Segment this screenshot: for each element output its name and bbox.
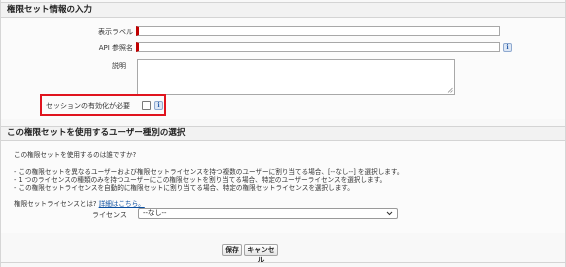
license-field-label: ライセンス xyxy=(92,211,127,219)
who-uses-question: この権限セットを使用するのは誰ですか? xyxy=(14,151,137,159)
api-name-input[interactable] xyxy=(136,42,500,52)
psl-question: 権限セットライセンスとは? xyxy=(14,200,97,208)
section-header-user-type: この権限セットを使用するユーザー種別の選択 xyxy=(1,126,565,141)
description-textarea[interactable] xyxy=(137,59,455,95)
learn-more-link[interactable]: 詳細はこちら。 xyxy=(99,200,145,208)
footer-divider xyxy=(0,262,566,263)
license-select[interactable]: --なし-- xyxy=(138,208,398,219)
bullet-permission-set-license: - この権限セットライセンスを自動的に権限セットに割り当てる場合、特定の権限セッ… xyxy=(14,184,354,192)
session-activation-checkbox[interactable] xyxy=(142,101,151,110)
info-icon[interactable]: i xyxy=(503,43,512,52)
license-selected-value: --なし-- xyxy=(143,209,167,217)
save-button[interactable]: 保存 xyxy=(222,244,242,256)
section-title: 権限セット情報の入力 xyxy=(7,5,93,15)
label-input[interactable] xyxy=(136,26,500,36)
chevron-down-icon xyxy=(386,211,393,216)
info-icon[interactable]: i xyxy=(154,101,163,110)
psl-help-line: 権限セットライセンスとは? 詳細はこちら。 xyxy=(14,198,145,208)
api-name-field-label: API 参照名 xyxy=(98,44,133,52)
description-field-label: 説明 xyxy=(112,62,126,70)
section-header-permission-set-info: 権限セット情報の入力 xyxy=(1,2,565,18)
section-title: この権限セットを使用するユーザー種別の選択 xyxy=(7,128,186,138)
label-field-label: 表示ラベル xyxy=(98,28,133,36)
resize-grip-icon[interactable] xyxy=(447,87,453,93)
cancel-button[interactable]: キャンセル xyxy=(244,244,278,264)
session-activation-label: セッションの有効化が必要 xyxy=(46,102,130,110)
